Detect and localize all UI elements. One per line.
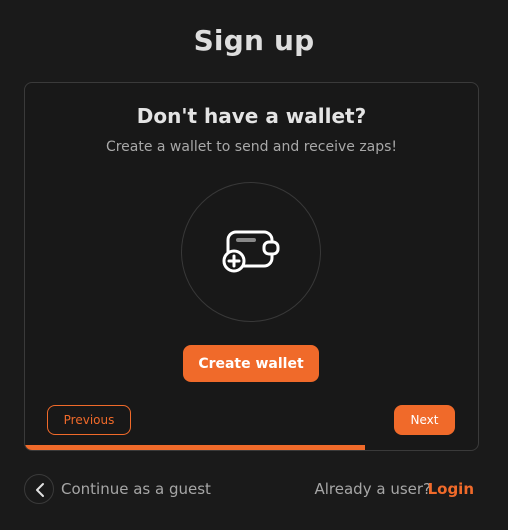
wallet-icon-circle [181, 182, 321, 322]
wallet-add-icon [222, 230, 280, 273]
already-user-text: Already a user? [314, 480, 432, 498]
card-subtitle: Create a wallet to send and receive zaps… [105, 139, 398, 155]
back-button[interactable] [24, 474, 54, 504]
previous-button[interactable]: Previous [47, 405, 131, 435]
chevron-left-icon [36, 483, 44, 497]
signup-card: Don't have a wallet? Create a wallet to … [24, 82, 479, 451]
continue-as-guest-link[interactable]: Continue as a guest [61, 480, 211, 498]
login-link[interactable]: Login [428, 480, 474, 498]
card-heading: Don't have a wallet? [136, 104, 367, 128]
create-wallet-button[interactable]: Create wallet [183, 345, 319, 382]
page-title: Sign up [193, 24, 315, 57]
progress-fill [25, 445, 365, 450]
progress-track [25, 445, 478, 450]
signup-page: Sign up Don't have a wallet? Create a wa… [0, 0, 508, 530]
next-button[interactable]: Next [394, 405, 455, 435]
